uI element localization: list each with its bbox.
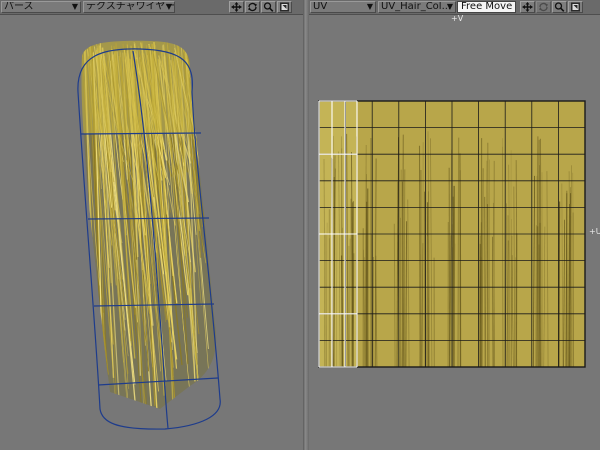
- dropdown-arrow-icon: ▼: [165, 2, 172, 11]
- dropdown-arrow-icon: ▼: [71, 2, 78, 11]
- move-view-button[interactable]: [229, 1, 244, 13]
- render-mode-dropdown[interactable]: テクスチャワイヤー ▼: [83, 1, 175, 13]
- move-view-icon: [522, 2, 533, 12]
- viewport-header: UV ▼ UV_Hair_Col... ▼ Free Move: [309, 0, 600, 15]
- maximize-view-icon: [571, 2, 580, 12]
- free-move-button[interactable]: Free Move: [457, 1, 517, 13]
- zoom-view-button[interactable]: [261, 1, 276, 13]
- render-mode-label: テクスチャワイヤー: [86, 1, 175, 12]
- view-mode-label: UV: [313, 1, 328, 12]
- maximize-view-button[interactable]: [568, 1, 583, 13]
- maximize-view-button[interactable]: [277, 1, 292, 13]
- viewport-header: パース ▼ テクスチャワイヤー ▼: [0, 0, 303, 15]
- rotate-view-icon: [539, 2, 548, 12]
- view-mode-label: パース: [4, 1, 34, 12]
- maximize-view-icon: [280, 2, 289, 12]
- move-view-button[interactable]: [520, 1, 535, 13]
- uv-map-label: UV_Hair_Col...: [381, 1, 452, 12]
- zoom-view-icon: [554, 2, 565, 12]
- perspective-canvas[interactable]: [0, 14, 303, 450]
- move-view-icon: [231, 2, 242, 12]
- rotate-view-button[interactable]: [245, 1, 260, 13]
- dropdown-arrow-icon: ▼: [366, 2, 373, 11]
- uv-viewport[interactable]: UV ▼ UV_Hair_Col... ▼ Free Move +V +U: [309, 0, 600, 450]
- zoom-view-button[interactable]: [552, 1, 567, 13]
- rotate-view-button: [536, 1, 551, 13]
- uv-canvas[interactable]: [309, 14, 600, 450]
- view-mode-dropdown[interactable]: UV ▼: [310, 1, 376, 13]
- rotate-view-icon: [248, 2, 257, 12]
- uv-map-dropdown[interactable]: UV_Hair_Col... ▼: [378, 1, 456, 13]
- perspective-viewport[interactable]: パース ▼ テクスチャワイヤー ▼: [0, 0, 303, 450]
- view-mode-dropdown[interactable]: パース ▼: [1, 1, 81, 13]
- zoom-view-icon: [263, 2, 274, 12]
- dropdown-arrow-icon: ▼: [446, 2, 453, 11]
